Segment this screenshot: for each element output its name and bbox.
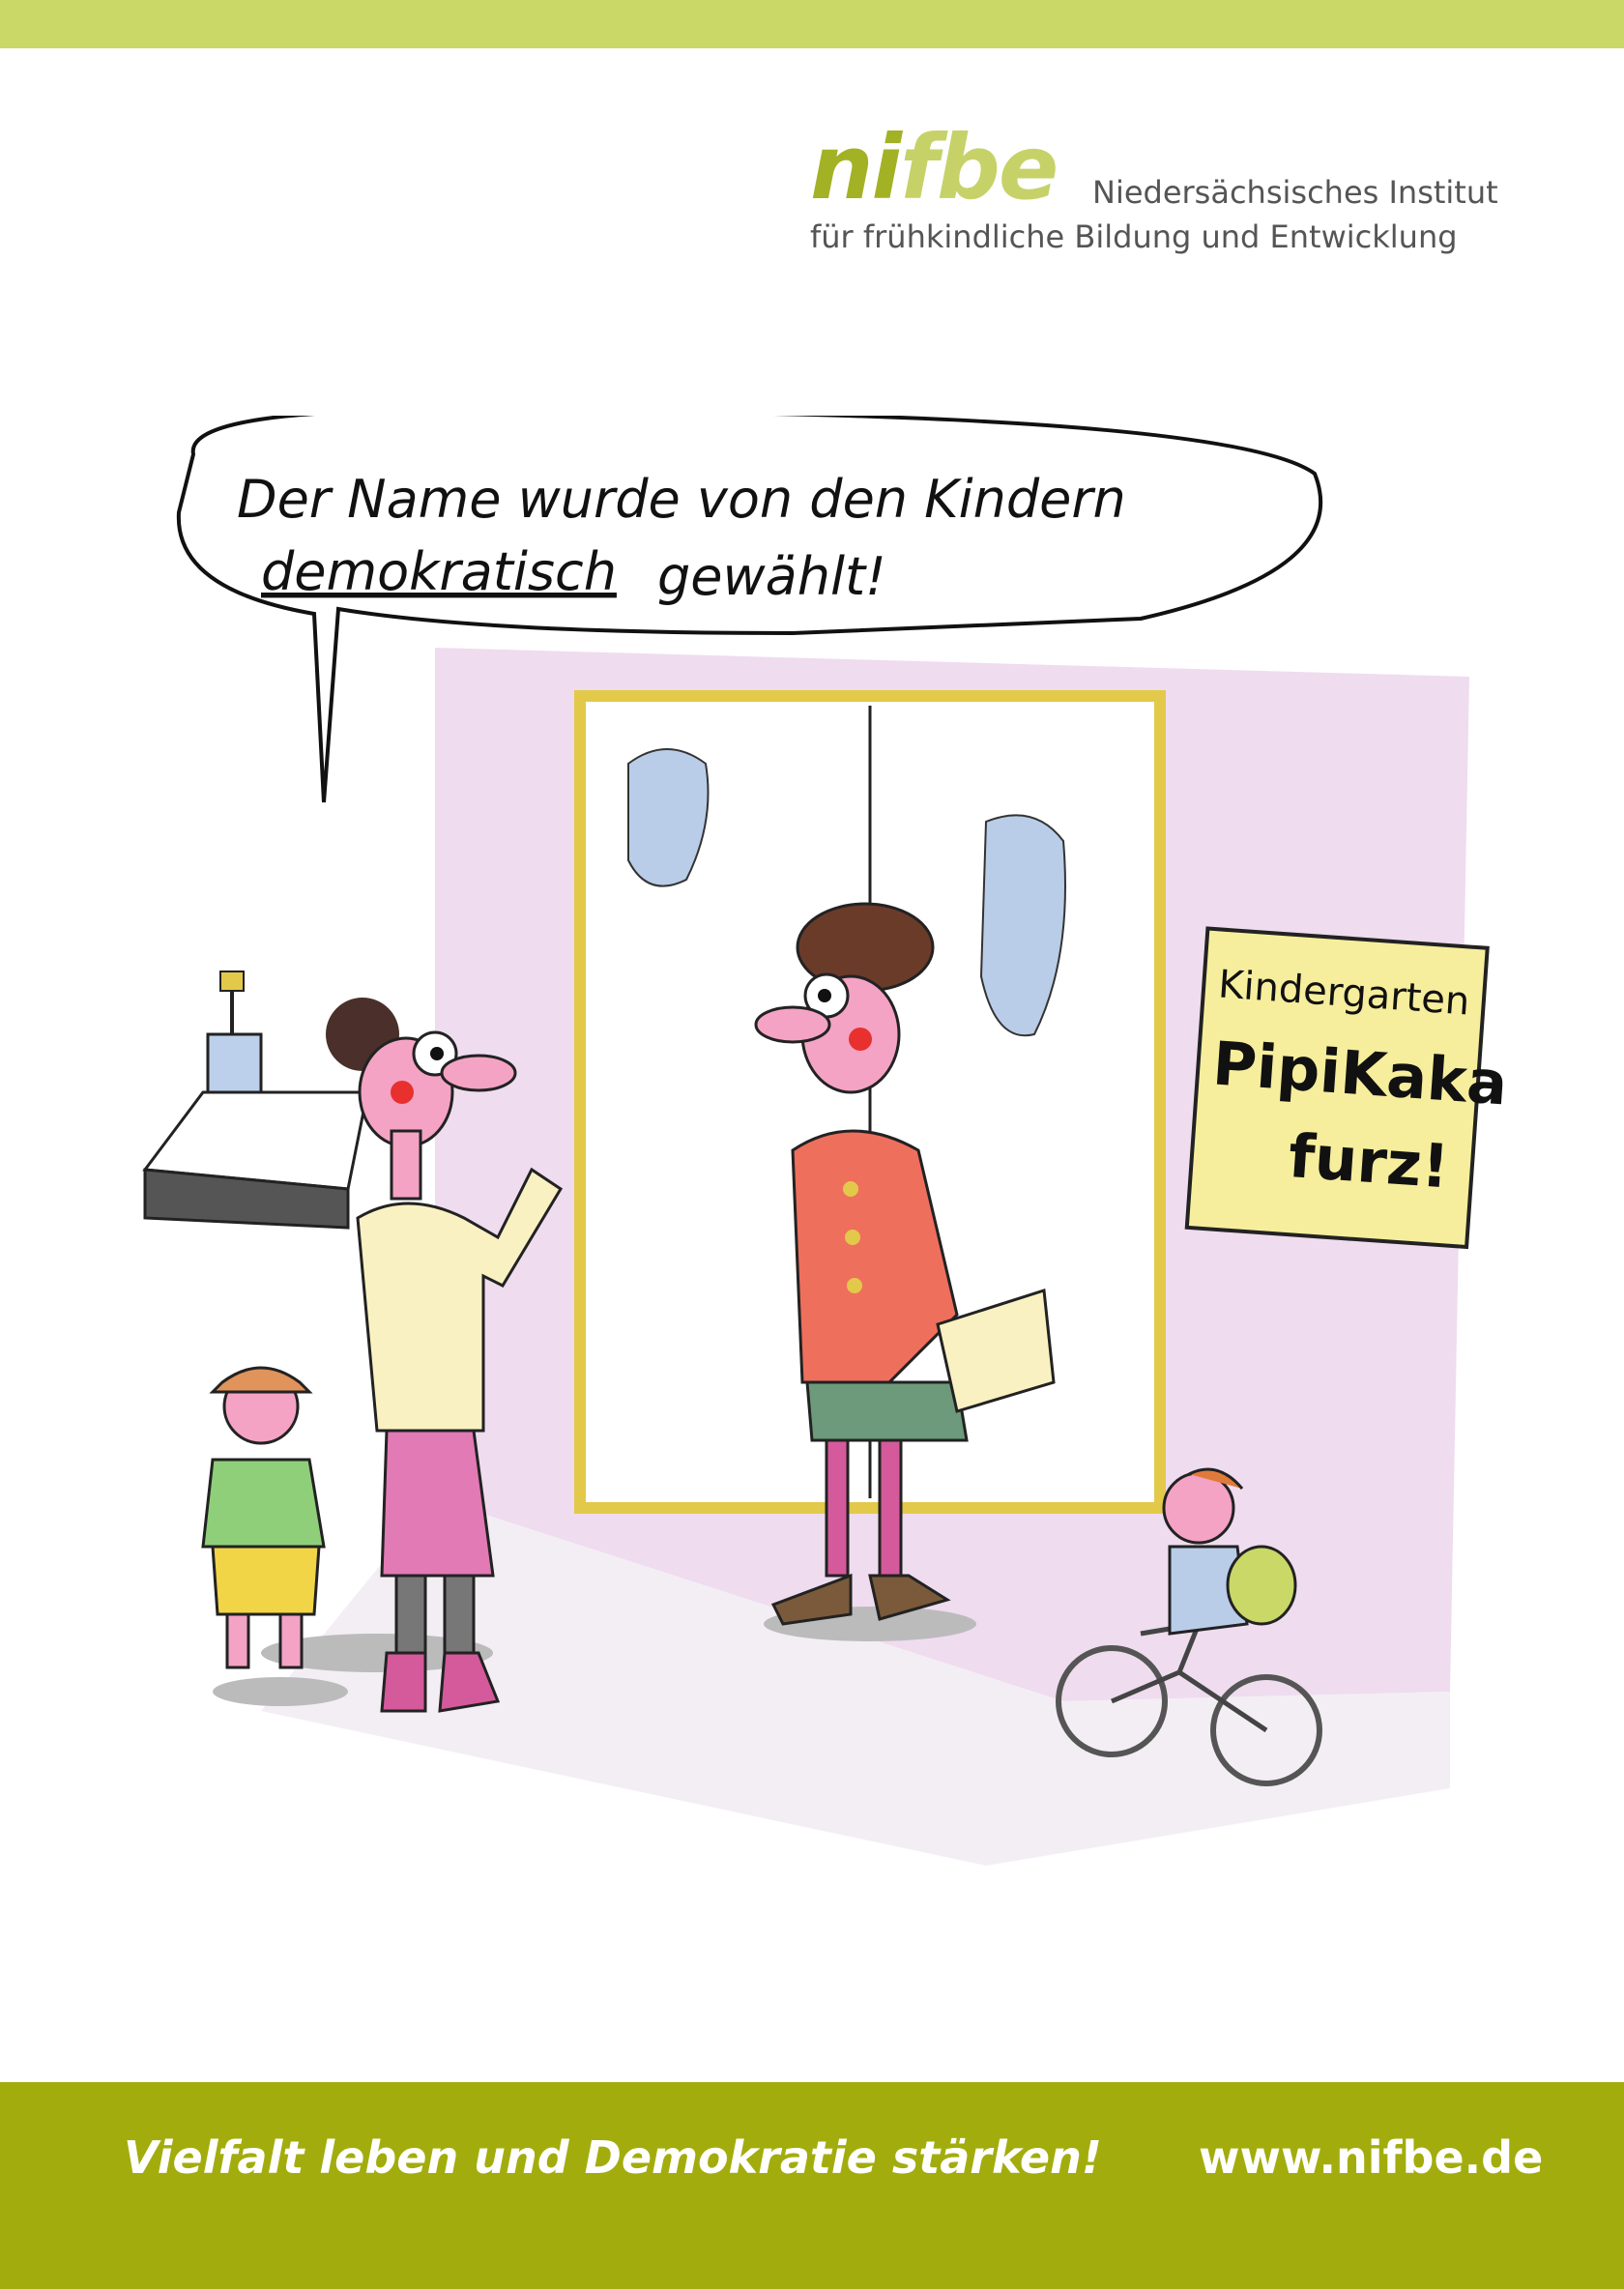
bottom-color-bar: [0, 2082, 1624, 2289]
nifbe-logo: nifbe Niedersächsisches Institut für frü…: [810, 124, 1506, 269]
logo-wordmark-part2: fbe: [900, 116, 1058, 219]
kindergarten-sign: Kindergarten PipiKaka- furz!: [1184, 926, 1508, 1250]
sandbox: [142, 971, 369, 1230]
speech-line2: gewählt!: [657, 546, 886, 607]
cartoon-illustration: Der Name wurde von den Kindern demokrati…: [142, 416, 1508, 1866]
top-color-bar: [0, 0, 1624, 48]
institute-name-line2: für frühkindliche Bildung und Entwicklun…: [810, 218, 1458, 255]
institute-name-line1: Niedersächsisches Institut: [1092, 174, 1498, 211]
speech-line1: Der Name wurde von den Kindern: [237, 469, 1126, 530]
speech-line2-underlined: demokratisch: [261, 541, 617, 602]
sign-line3: furz!: [1287, 1120, 1452, 1202]
logo-wordmark-part1: ni: [810, 116, 902, 219]
footer-slogan: Vielfalt leben und Demokratie stärken!: [124, 2131, 1102, 2184]
footer-website-url[interactable]: www.nifbe.de: [1199, 2131, 1543, 2184]
logo-wordmark: nifbe: [810, 124, 1058, 213]
